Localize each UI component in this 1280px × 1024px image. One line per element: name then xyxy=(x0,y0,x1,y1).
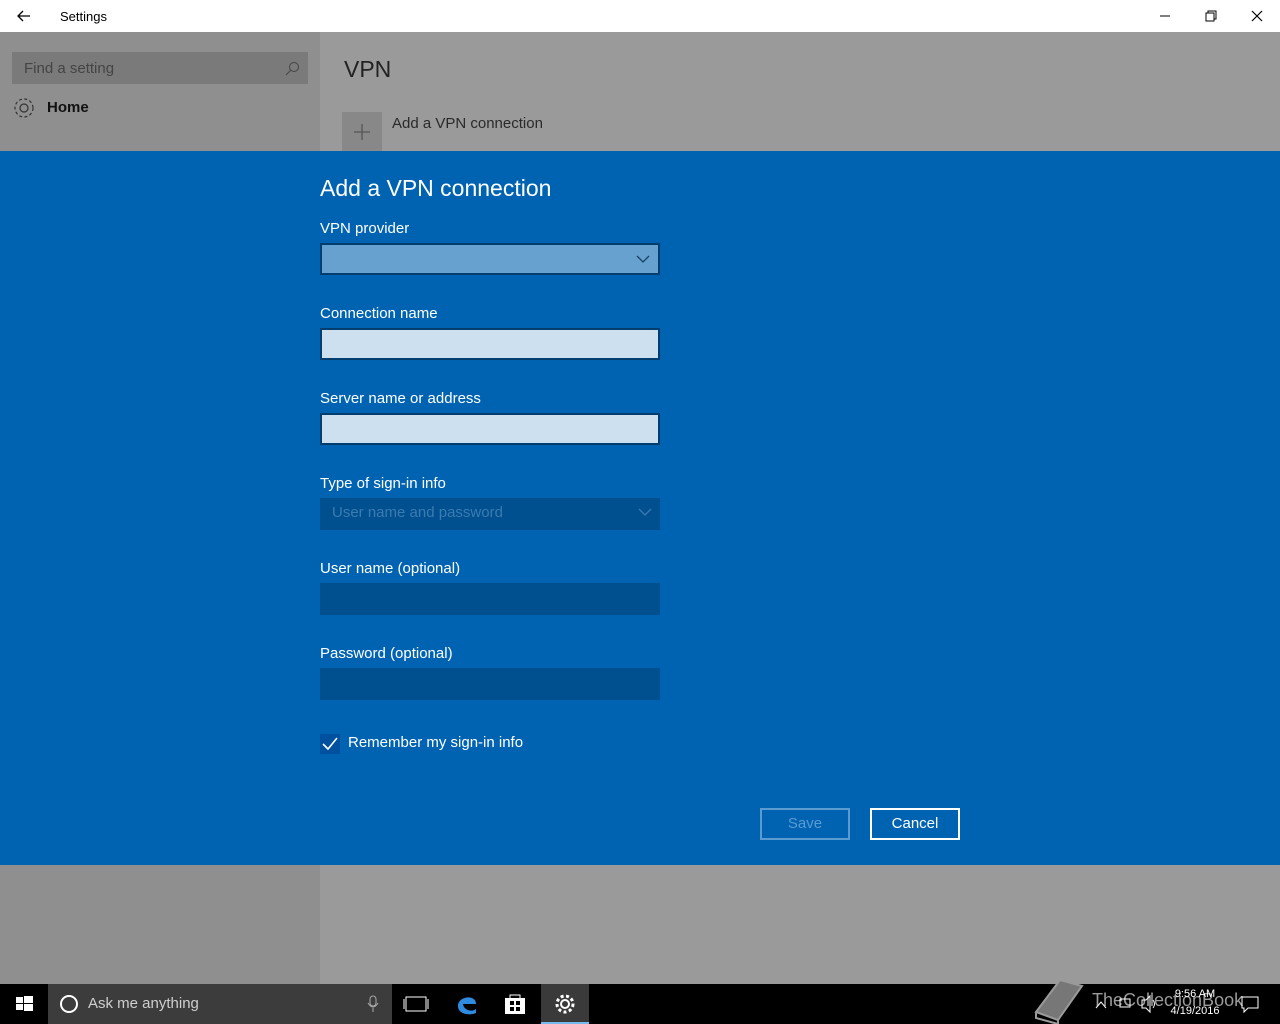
task-view-icon xyxy=(403,996,429,1012)
dialog-title: Add a VPN connection xyxy=(320,175,552,201)
minimize-button[interactable] xyxy=(1142,0,1188,32)
minimize-icon xyxy=(1160,15,1170,17)
username-label: User name (optional) xyxy=(320,560,461,577)
back-arrow-icon xyxy=(17,10,30,22)
gear-icon xyxy=(555,994,575,1014)
system-tray[interactable] xyxy=(1092,984,1162,1024)
password-input[interactable] xyxy=(320,668,660,700)
page-title: VPN xyxy=(344,56,392,82)
tray-icons xyxy=(1095,994,1155,1014)
action-center-button[interactable] xyxy=(1234,984,1266,1024)
add-vpn-dialog: Add a VPN connection VPN provider Connec… xyxy=(0,151,1280,865)
add-vpn-label: Add a VPN connection xyxy=(392,115,543,132)
start-button[interactable] xyxy=(0,984,48,1024)
cortana-placeholder: Ask me anything xyxy=(88,995,199,1012)
edge-icon xyxy=(458,997,476,1015)
find-setting-search[interactable]: Find a setting xyxy=(12,52,308,84)
signin-type-label: Type of sign-in info xyxy=(320,475,446,492)
connection-name-label: Connection name xyxy=(320,305,438,322)
connection-name-input[interactable] xyxy=(320,328,660,360)
save-button[interactable]: Save xyxy=(760,808,850,840)
cortana-search-box[interactable]: Ask me anything xyxy=(48,984,392,1024)
chevron-down-icon xyxy=(638,508,652,516)
plus-tile xyxy=(342,112,382,152)
chevron-down-icon xyxy=(636,255,650,263)
plus-icon xyxy=(354,124,370,140)
edge-browser-button[interactable] xyxy=(443,984,491,1024)
home-label: Home xyxy=(47,99,89,116)
back-button[interactable] xyxy=(8,0,40,32)
vpn-provider-select[interactable] xyxy=(320,243,660,275)
clock-time: 9:56 AM xyxy=(1174,988,1216,1000)
windows-logo-icon xyxy=(16,996,33,1011)
server-label: Server name or address xyxy=(320,390,481,407)
store-icon xyxy=(505,994,525,1014)
task-view-button[interactable] xyxy=(392,984,440,1024)
restore-icon xyxy=(1205,10,1217,22)
cancel-button[interactable]: Cancel xyxy=(870,808,960,840)
clock[interactable]: 9:56 AM 4/19/2016 xyxy=(1162,986,1228,1020)
window-title: Settings xyxy=(60,9,107,24)
checkmark-icon xyxy=(322,737,338,751)
signin-type-value: User name and password xyxy=(332,504,503,521)
vpn-provider-label: VPN provider xyxy=(320,220,410,237)
taskbar: Ask me anything TheCollectionBook 9:56 A… xyxy=(0,978,1280,1024)
store-button[interactable] xyxy=(491,984,539,1024)
remember-label: Remember my sign-in info xyxy=(348,734,524,751)
signin-type-select[interactable]: User name and password xyxy=(320,498,660,530)
restore-button[interactable] xyxy=(1188,0,1234,32)
cortana-icon xyxy=(60,995,78,1013)
close-icon xyxy=(1251,10,1263,22)
gear-icon xyxy=(14,98,34,118)
book-icon xyxy=(1034,978,1084,1024)
sidebar-item-home[interactable]: Home xyxy=(12,96,212,120)
close-button[interactable] xyxy=(1234,0,1280,32)
search-placeholder: Find a setting xyxy=(24,60,115,77)
clock-date: 4/19/2016 xyxy=(1170,1005,1220,1017)
settings-taskbar-button[interactable] xyxy=(541,984,589,1024)
username-input[interactable] xyxy=(320,583,660,615)
search-icon xyxy=(285,62,299,76)
remember-checkbox[interactable] xyxy=(320,734,340,754)
title-bar: Settings xyxy=(0,0,1280,32)
action-center-icon xyxy=(1241,996,1259,1014)
server-input[interactable] xyxy=(320,413,660,445)
add-vpn-connection-button[interactable]: Add a VPN connection xyxy=(342,112,742,152)
password-label: Password (optional) xyxy=(320,645,453,662)
microphone-icon xyxy=(367,995,379,1012)
